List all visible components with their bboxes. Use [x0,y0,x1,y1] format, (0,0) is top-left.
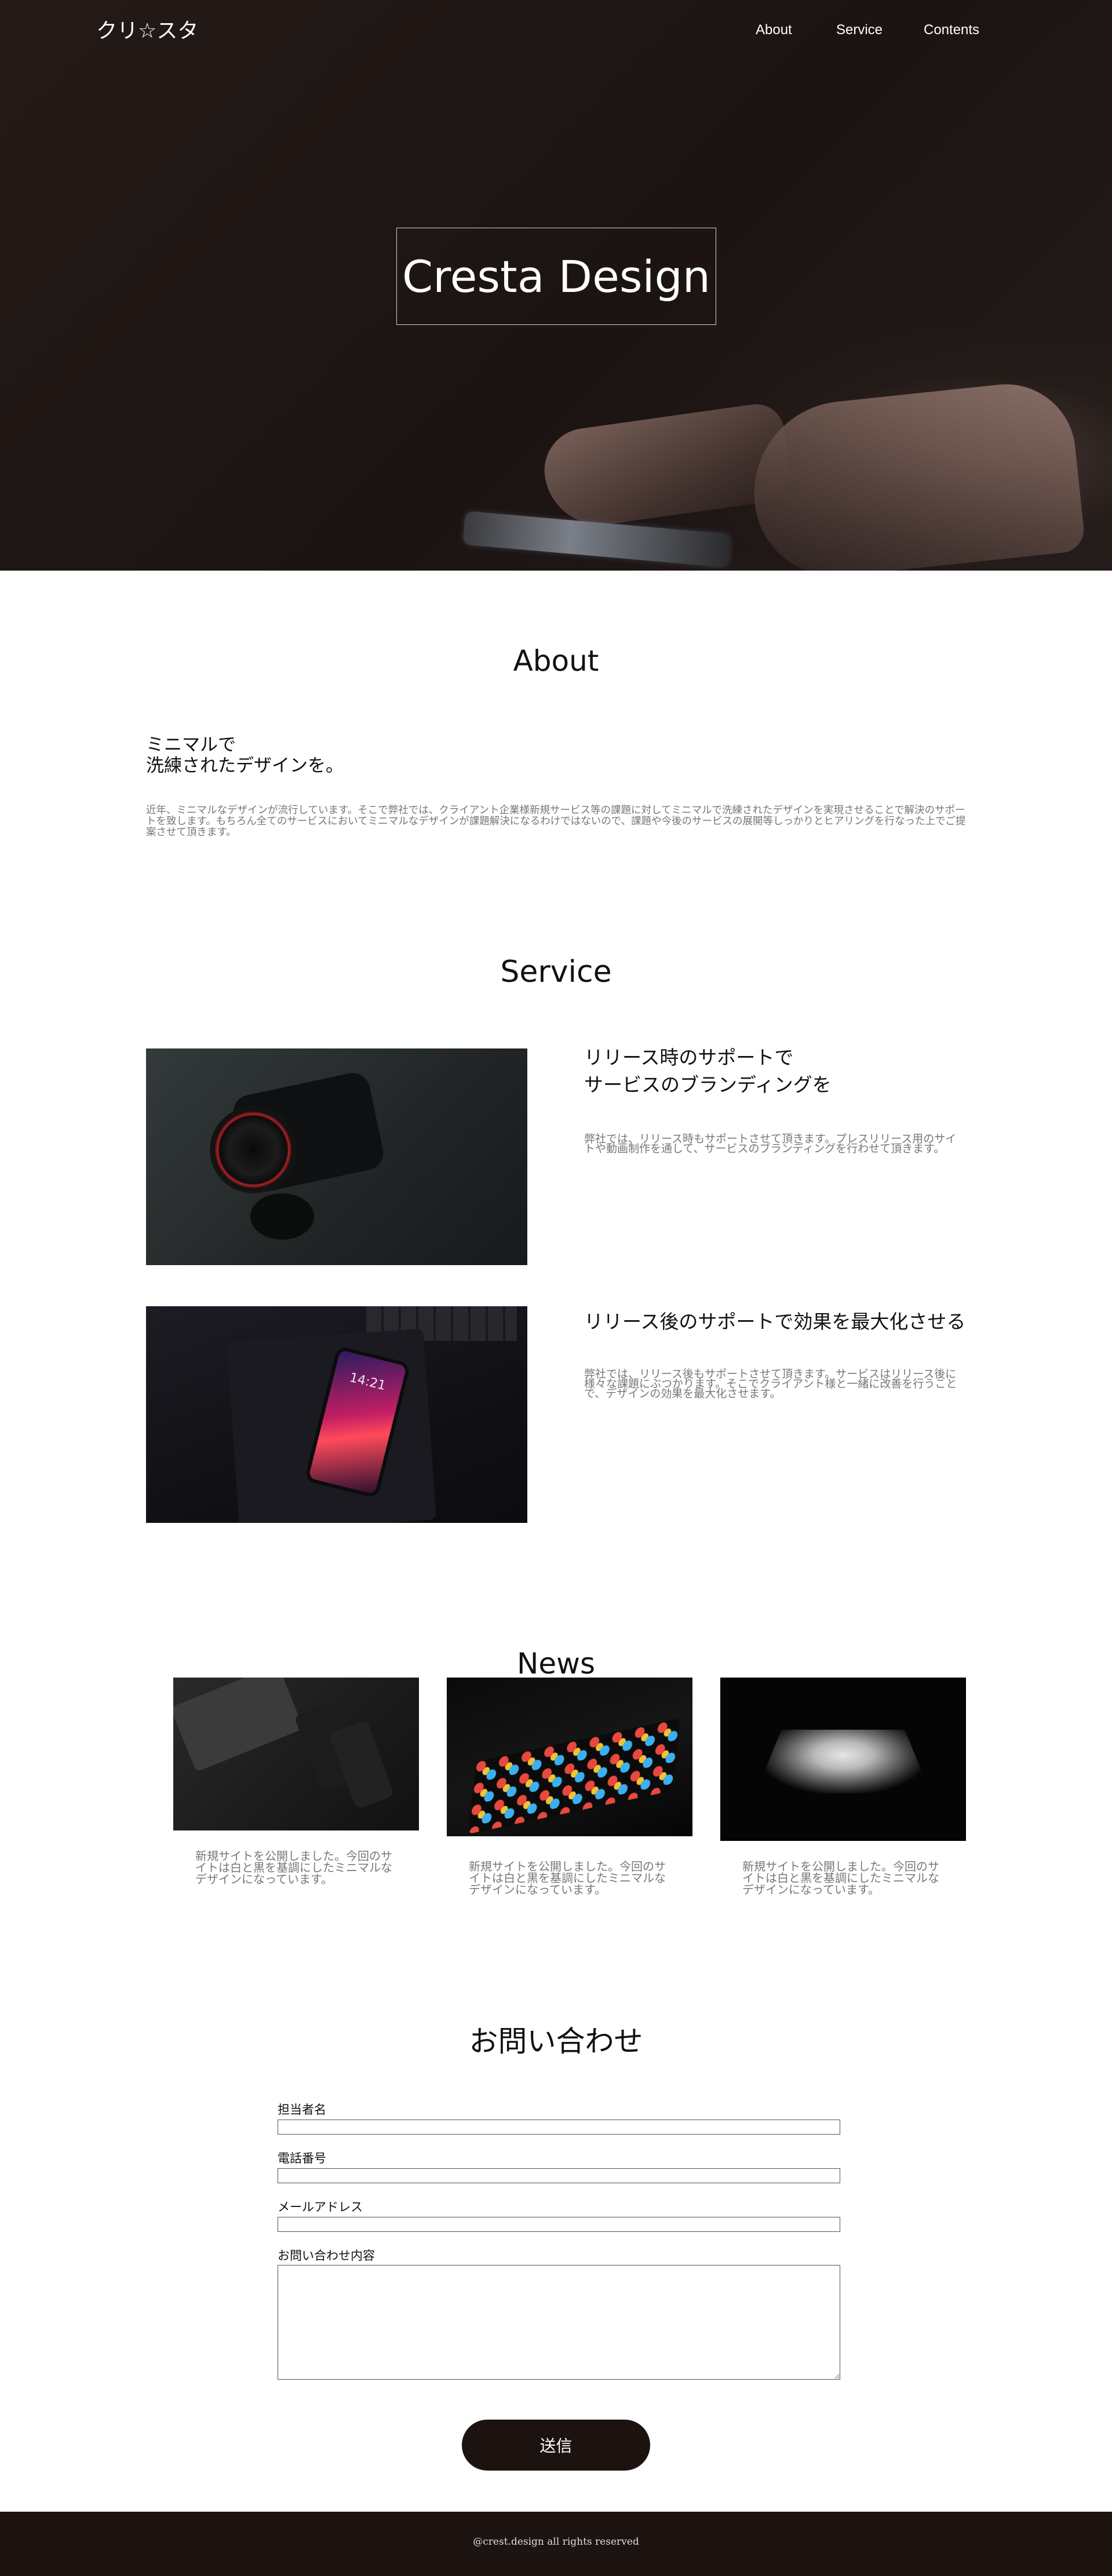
hero-section: クリ☆スタ About Service Contents Cresta Desi… [0,0,1112,571]
news-text: 新規サイトを公開しました。今回のサイトは白と黒を基調にしたミニマルなデザインにな… [742,1859,939,1897]
laptop-shape [762,1730,924,1793]
contact-message-textarea[interactable] [278,2265,840,2380]
service-heading: リリース後のサポートで効果を最大化させる [584,1310,966,1333]
news-image-apps[interactable] [447,1678,692,1836]
service-image-camera [146,1048,527,1265]
nav-link-about[interactable]: About [756,22,792,38]
contact-message-label: お問い合わせ内容 [278,2249,375,2263]
contact-email-label: メールアドレス [278,2200,363,2214]
contact-tel-label: 電話番号 [278,2151,326,2165]
nav-link-service[interactable]: Service [836,22,883,38]
footer-copyright: @crest.design all rights reserved [473,2536,639,2548]
service-title: Service [500,955,612,989]
site-logo[interactable]: クリ☆スタ [96,14,198,44]
news-image-devices[interactable] [173,1678,419,1830]
app-grid-shape [468,1718,680,1835]
news-text: 新規サイトを公開しました。今回のサイトは白と黒を基調にしたミニマルなデザインにな… [195,1849,392,1886]
phone-clock: 14:21 [348,1370,388,1394]
camera-lens-shape [210,1106,297,1193]
laptop-shape [173,1678,304,1773]
service-image-smartphone: 14:21 [146,1306,527,1523]
hero-title-box: Cresta Design [396,228,716,325]
about-heading: ミニマルで 洗練されたデザインを。 [146,735,344,776]
about-body: 近年、ミニマルなデザインが流行しています。そこで弊社では、クライアント企業様新規… [146,805,966,838]
service-body: 弊社では、リリース時もサポートさせて頂きます。プレスリリース用のサイトや動画制作… [584,1132,957,1155]
contact-email-input[interactable] [278,2217,840,2232]
contact-name-label: 担当者名 [278,2103,326,2117]
contact-title: お問い合わせ [469,2025,643,2058]
contact-name-input[interactable] [278,2120,840,2135]
submit-button[interactable]: 送信 [462,2420,650,2471]
news-title: News [516,1647,596,1680]
nav-link-contents[interactable]: Contents [924,22,979,38]
news-image-laptop[interactable] [720,1678,966,1841]
service-body: 弊社では、リリース後もサポートさせて頂きます。サービスはリリース後に様々な課題に… [584,1368,957,1400]
hero-title: Cresta Design [402,250,710,302]
news-text: 新規サイトを公開しました。今回のサイトは白と黒を基調にしたミニマルなデザインにな… [469,1859,666,1897]
about-title: About [513,644,599,678]
contact-tel-input[interactable] [278,2168,840,2183]
footer: @crest.design all rights reserved [0,2512,1112,2576]
service-heading: リリース時のサポートで サービスのブランディングを [584,1046,832,1096]
lens-cap-shape [250,1193,314,1240]
